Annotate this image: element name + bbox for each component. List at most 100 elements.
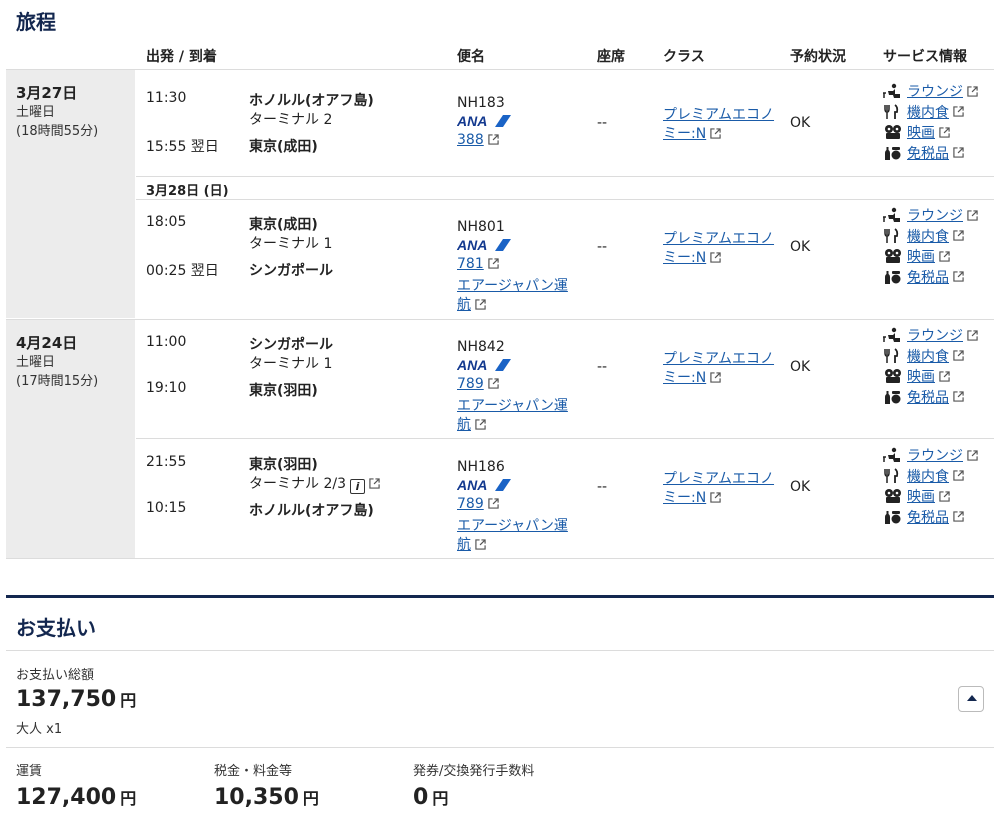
lounge-icon: [882, 327, 904, 343]
service-label[interactable]: ラウンジ: [907, 325, 963, 345]
operator-link[interactable]: エアージャパン運: [457, 275, 568, 295]
services-list: ラウンジ 機内食 映画 免税品: [882, 325, 978, 407]
day-summary: 3月27日 土曜日 (18時間55分): [6, 70, 135, 318]
service-label[interactable]: 免税品: [907, 267, 949, 287]
service-label[interactable]: 免税品: [907, 507, 949, 527]
aircraft-text[interactable]: 789: [457, 496, 484, 512]
service-label[interactable]: 映画: [907, 246, 935, 266]
seat-value: --: [597, 115, 608, 131]
payment-title: お支払い: [16, 616, 96, 640]
service-label[interactable]: ラウンジ: [907, 205, 963, 225]
class-text[interactable]: プレミアムエコノ: [663, 351, 774, 367]
dep-time: 18:05: [146, 214, 187, 230]
service-item[interactable]: 映画: [882, 486, 978, 507]
service-item[interactable]: 機内食: [882, 102, 978, 123]
class-text[interactable]: ミー:N: [663, 370, 706, 386]
class-text[interactable]: プレミアムエコノ: [663, 107, 774, 123]
service-item[interactable]: 免税品: [882, 387, 978, 408]
class-text[interactable]: ミー:N: [663, 250, 706, 266]
movie-icon: [882, 368, 904, 384]
currency: 円: [432, 789, 449, 808]
external-link-icon: [710, 128, 721, 139]
operator-link-cont[interactable]: 航: [457, 414, 486, 434]
class-text[interactable]: ミー:N: [663, 126, 706, 142]
service-label[interactable]: 機内食: [907, 346, 949, 366]
dep-terminal-text: ターミナル 1: [249, 356, 333, 372]
service-label[interactable]: 免税品: [907, 387, 949, 407]
operator-text[interactable]: 航: [457, 537, 471, 553]
dep-terminal: ターミナル 1: [249, 233, 332, 253]
class-text[interactable]: プレミアムエコノ: [663, 231, 774, 247]
aircraft-link[interactable]: 781: [457, 256, 499, 272]
total-amount-value: 137,750: [16, 687, 117, 712]
service-item[interactable]: 機内食: [882, 226, 978, 247]
service-label[interactable]: 免税品: [907, 143, 949, 163]
operator-text[interactable]: 航: [457, 417, 471, 433]
class-link-cont[interactable]: ミー:N: [663, 247, 721, 267]
meal-icon: [882, 468, 904, 484]
service-label[interactable]: 機内食: [907, 226, 949, 246]
service-label[interactable]: 映画: [907, 366, 935, 386]
currency: 円: [302, 789, 319, 808]
arr-city: ホノルル(オアフ島): [249, 503, 374, 519]
aircraft-text[interactable]: 789: [457, 376, 484, 392]
class-link[interactable]: プレミアムエコノ: [663, 104, 774, 124]
arr-time: 15:55 翌日: [146, 139, 219, 155]
tax-amount-value: 10,350: [214, 785, 299, 810]
operator-link[interactable]: エアージャパン運: [457, 515, 568, 535]
meal-icon: [882, 228, 904, 244]
service-item[interactable]: 免税品: [882, 143, 978, 164]
service-item[interactable]: ラウンジ: [882, 325, 978, 346]
fare-amount-value: 127,400: [16, 785, 117, 810]
service-item[interactable]: 映画: [882, 366, 978, 387]
service-item[interactable]: 機内食: [882, 466, 978, 487]
operator-text[interactable]: エアージャパン運: [457, 398, 568, 414]
class-link[interactable]: プレミアムエコノ: [663, 228, 774, 248]
service-label[interactable]: ラウンジ: [907, 445, 963, 465]
flight-number: NH801: [457, 219, 505, 235]
info-icon[interactable]: i: [349, 479, 365, 494]
aircraft-text[interactable]: 781: [457, 256, 484, 272]
service-item[interactable]: 映画: [882, 122, 978, 143]
class-link-cont[interactable]: ミー:N: [663, 123, 721, 143]
service-label[interactable]: ラウンジ: [907, 81, 963, 101]
operator-text[interactable]: エアージャパン運: [457, 278, 568, 294]
aircraft-link[interactable]: 789: [457, 496, 499, 512]
status-value: OK: [790, 479, 811, 495]
collapse-toggle-button[interactable]: [958, 686, 984, 712]
external-link-icon: [953, 391, 964, 402]
class-link-cont[interactable]: ミー:N: [663, 487, 721, 507]
service-label[interactable]: 機内食: [907, 102, 949, 122]
day-weekday: 土曜日: [16, 105, 56, 120]
service-item[interactable]: 免税品: [882, 267, 978, 288]
class-text[interactable]: プレミアムエコノ: [663, 471, 774, 487]
service-item[interactable]: 免税品: [882, 507, 978, 528]
class-link[interactable]: プレミアムエコノ: [663, 348, 774, 368]
aircraft-link[interactable]: 789: [457, 376, 499, 392]
class-link-cont[interactable]: ミー:N: [663, 367, 721, 387]
aircraft-link[interactable]: 388: [457, 132, 499, 148]
service-label[interactable]: 機内食: [907, 466, 949, 486]
operator-text[interactable]: エアージャパン運: [457, 518, 568, 534]
service-item[interactable]: ラウンジ: [882, 81, 978, 102]
aircraft-text[interactable]: 388: [457, 132, 484, 148]
service-item[interactable]: 映画: [882, 246, 978, 267]
service-label[interactable]: 映画: [907, 486, 935, 506]
lounge-icon: [882, 83, 904, 99]
movie-icon: [882, 488, 904, 504]
service-label[interactable]: 映画: [907, 122, 935, 142]
class-text[interactable]: ミー:N: [663, 490, 706, 506]
operator-link[interactable]: エアージャパン運: [457, 395, 568, 415]
class-link[interactable]: プレミアムエコノ: [663, 468, 774, 488]
operator-text[interactable]: 航: [457, 297, 471, 313]
meal-icon: [882, 104, 904, 120]
external-link-icon: [953, 350, 964, 361]
service-item[interactable]: ラウンジ: [882, 205, 978, 226]
service-item[interactable]: ラウンジ: [882, 445, 978, 466]
tax-amount: 10,350 円: [214, 785, 319, 810]
operator-link-cont[interactable]: 航: [457, 534, 486, 554]
service-item[interactable]: 機内食: [882, 346, 978, 367]
day-weekday: 土曜日: [16, 355, 56, 370]
operator-link-cont[interactable]: 航: [457, 294, 486, 314]
external-link-icon: [939, 127, 950, 138]
